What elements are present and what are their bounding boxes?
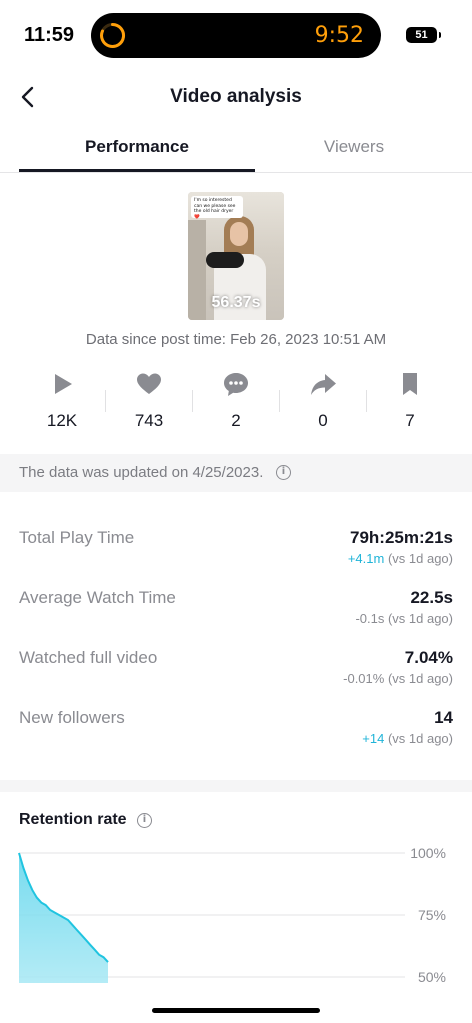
stat-label: New followers [19, 708, 125, 727]
status-time: 11:59 [24, 24, 75, 46]
timer-icon [100, 22, 125, 48]
stat-value: 14 [434, 708, 453, 727]
timer-readout: 9:52 [314, 23, 364, 48]
stat-value: 7.04% [404, 648, 453, 667]
stat-delta: -0.01% (vs 1d ago) [343, 671, 453, 686]
metric-value: 743 [134, 411, 164, 430]
thumbnail-person-face [230, 222, 248, 246]
comment-icon [224, 373, 248, 396]
y-tick-label: 50% [418, 969, 446, 983]
metric-likes: 743 [106, 368, 192, 438]
post-time-text: Data since post time: Feb 26, 2023 10:51… [85, 331, 387, 348]
video-duration: 56.37s [211, 294, 261, 311]
metric-value: 7 [405, 411, 415, 430]
stat-total-play-time: Total Play Time 79h:25m:21s +4.1m (vs 1d… [19, 518, 453, 578]
tab-performance[interactable]: Performance [19, 137, 255, 157]
video-thumbnail[interactable]: I'm so interested can we please see the … [188, 192, 284, 320]
share-icon [311, 374, 336, 395]
metric-shares: 0 [280, 368, 366, 438]
stat-value: 22.5s [410, 588, 453, 607]
tab-viewers[interactable]: Viewers [236, 137, 472, 157]
info-icon[interactable]: i [276, 465, 291, 480]
metric-value: 0 [318, 411, 328, 430]
section-divider [0, 780, 472, 792]
tab-bar: Performance Viewers [0, 125, 472, 173]
video-caption-sticker: I'm so interested can we please see the … [191, 196, 243, 220]
update-notice: The data was updated on 4/25/2023. i [0, 454, 472, 492]
stat-new-followers: New followers 14 +14 (vs 1d ago) [19, 698, 453, 758]
stat-delta: -0.1s (vs 1d ago) [355, 611, 453, 626]
play-icon [55, 374, 72, 394]
y-tick-label: 75% [418, 907, 446, 923]
retention-title-text: Retention rate [19, 811, 127, 828]
battery-icon: 51 [406, 27, 441, 43]
y-tick-label: 100% [410, 845, 446, 861]
dynamic-island[interactable]: 9:52 [91, 13, 381, 58]
status-bar: 11:59 9:52 51 [0, 0, 472, 70]
stat-average-watch-time: Average Watch Time 22.5s -0.1s (vs 1d ag… [19, 578, 453, 638]
stat-delta: +4.1m (vs 1d ago) [347, 551, 453, 566]
heart-icon [137, 373, 161, 394]
metric-value: 2 [231, 411, 241, 430]
stat-label: Total Play Time [19, 528, 135, 547]
engagement-metrics: 12K 743 2 0 7 [19, 368, 453, 438]
bookmark-icon [403, 373, 417, 395]
retention-info-icon[interactable]: i [137, 813, 152, 828]
stat-label: Watched full video [19, 648, 158, 667]
retention-chart[interactable]: 100% 75% 50% [0, 840, 472, 983]
home-indicator[interactable] [152, 1008, 320, 1013]
stat-delta: +14 (vs 1d ago) [362, 731, 453, 746]
stat-value: 79h:25m:21s [349, 528, 453, 547]
stats-list: Total Play Time 79h:25m:21s +4.1m (vs 1d… [19, 518, 453, 758]
metric-plays: 12K [19, 368, 105, 438]
retention-title: Retention rate i [19, 811, 152, 829]
stat-label: Average Watch Time [19, 588, 176, 607]
metric-saves: 7 [367, 368, 453, 438]
update-notice-text: The data was updated on 4/25/2023. [19, 464, 264, 481]
metric-value: 12K [46, 411, 78, 430]
nav-header: Video analysis [0, 75, 472, 119]
thumbnail-hair-dryer [206, 252, 244, 268]
page-title: Video analysis [170, 86, 302, 107]
active-tab-indicator [19, 169, 255, 172]
stat-watched-full-video: Watched full video 7.04% -0.01% (vs 1d a… [19, 638, 453, 698]
metric-comments: 2 [193, 368, 279, 438]
